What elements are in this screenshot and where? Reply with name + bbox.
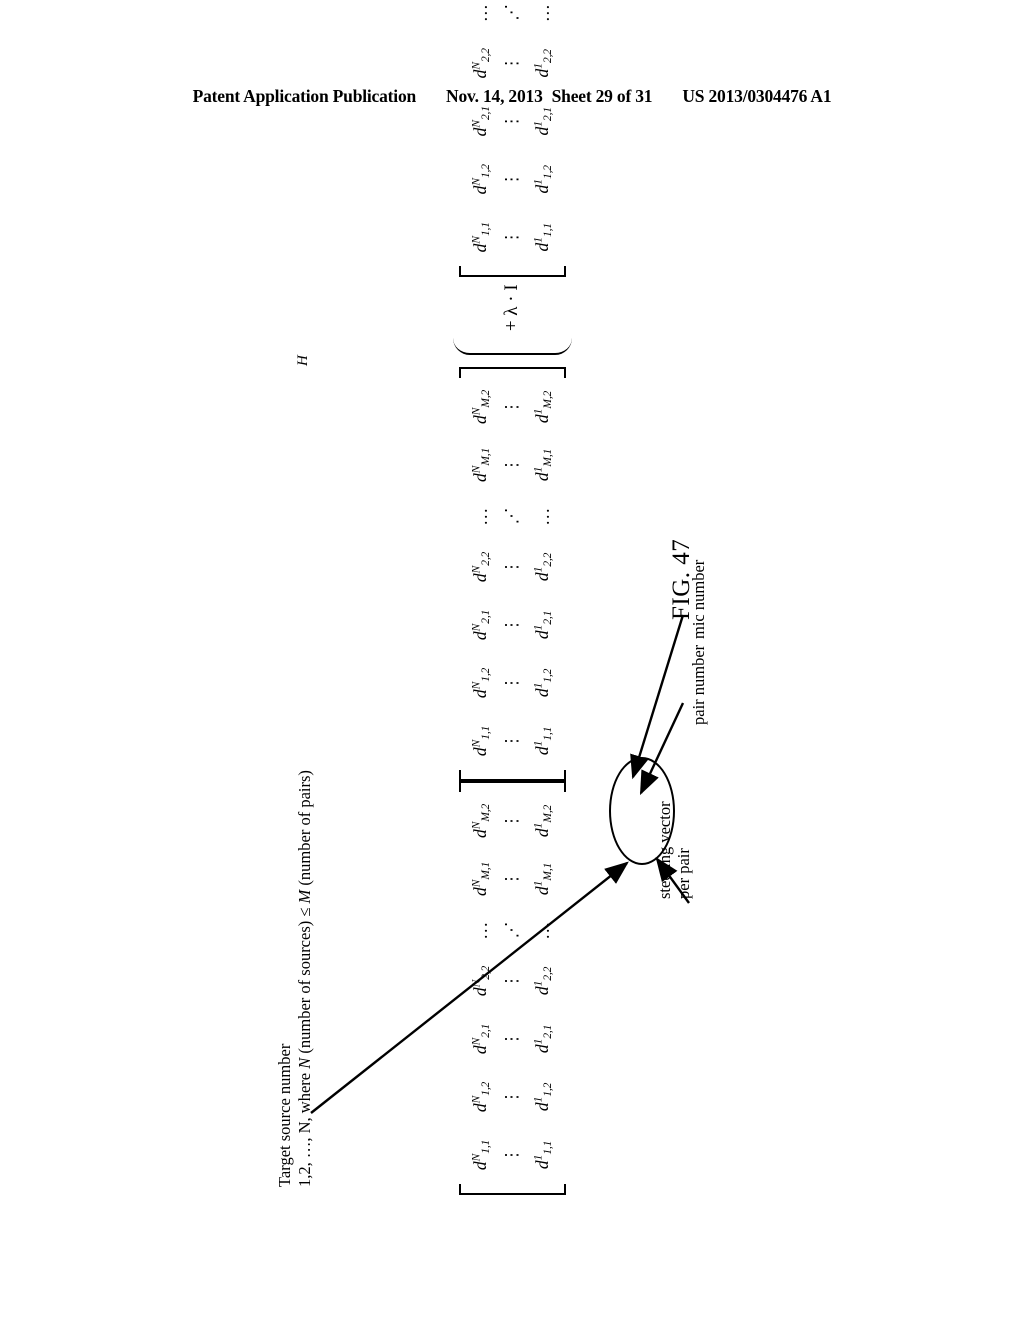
matrix-cell: dNM,1 <box>469 861 493 897</box>
matrix-row: ⋮ ⋮ ⋮ ⋮ ⋰ ⋮ ⋮ <box>497 0 528 266</box>
matrix-cell-ddots: ⋰ <box>502 507 521 525</box>
matrix-cell: d11,2 <box>531 165 555 194</box>
matrix-cell-vdots: ⋮ <box>502 732 522 750</box>
matrix-cell: dNM,2 <box>469 803 493 839</box>
matrix-cell-vdots: ⋮ <box>502 112 522 130</box>
matrix-cell: dN2,1 <box>469 1023 493 1055</box>
header-sheet: Sheet 29 of 31 <box>551 86 653 106</box>
tsn-mid: (number of sources) ≤ <box>295 903 315 1058</box>
open-paren <box>452 338 572 356</box>
matrix-cell: d1M,2 <box>531 804 555 838</box>
matrix-cell-vdots: ⋮ <box>502 456 522 474</box>
steering-matrix-hermitian: dN1,1 dN1,2 dN2,1 dN2,2 … dNM,1 dNM,2 ⋮ … <box>459 367 566 781</box>
matrix-cell: d12,1 <box>531 610 555 640</box>
matrix-cell-vdots: ⋮ <box>502 972 522 990</box>
matrix-cell-hdots: … <box>532 920 553 940</box>
matrix-cell-hdots: … <box>470 506 491 526</box>
matrix-cell-vdots: ⋮ <box>502 54 522 72</box>
matrix-cell: d11,2 <box>531 668 555 698</box>
matrix-cell-vdots: ⋮ <box>502 1088 522 1106</box>
tsn-m: M <box>295 889 315 904</box>
matrix-cell-vdots: ⋮ <box>502 674 522 692</box>
lambda-term: + λ · I <box>501 277 523 338</box>
matrix-cell-vdots: ⋮ <box>502 1030 522 1048</box>
matrix-cell: dN1,1 <box>469 725 493 757</box>
matrix-cell: d12,1 <box>531 107 555 136</box>
matrix-cell: dN1,1 <box>469 1139 493 1171</box>
plus-lambda-identity: + λ · I <box>501 284 522 332</box>
matrix-cell: dN2,1 <box>469 609 493 641</box>
matrix-cell-vdots: ⋮ <box>502 398 522 416</box>
matrix-cell: dN1,2 <box>469 164 493 195</box>
matrix-cell: dN2,1 <box>469 106 493 137</box>
annotation-pair-number: pair number <box>689 644 708 725</box>
matrix-cell: d12,2 <box>531 49 555 78</box>
equation: dN1,1 dN1,2 dN2,1 dN2,2 … dNM,1 dNM,2 ⋮ … <box>295 3 727 1195</box>
annotation-target-source-line2: 1,2, …, N, where N (number of sources) ≤… <box>295 770 315 1187</box>
matrix-cell: d12,1 <box>531 1024 555 1054</box>
matrix-row: d11,1 d11,2 d12,1 d12,2 … d1M,1 d1M,2 <box>528 0 559 266</box>
matrix-cell: d1M,1 <box>531 862 555 896</box>
matrix-cell: d11,1 <box>531 726 555 756</box>
matrix-cell-vdots: ⋮ <box>502 616 522 634</box>
matrix-cell: dN2,2 <box>469 48 493 79</box>
steering-matrix-inside-parens: dN1,1 dN1,2 dN2,1 dN2,2 … dNM,1 dNM,2 ⋮ … <box>459 0 566 277</box>
matrix-cell-vdots: ⋮ <box>502 812 522 830</box>
matrix-cell-hdots: … <box>470 2 491 23</box>
matrix-cell: dN1,1 <box>469 222 493 253</box>
matrix-cell-ddots: ⋰ <box>502 3 521 21</box>
hermitian-superscript-2: H <box>295 355 311 366</box>
matrix-row: dN1,1 dN1,2 dN2,1 dN2,2 … dNM,1 dNM,2 <box>466 0 497 266</box>
annotation-steering-vector-per-pair: steering vector per pair <box>655 801 694 899</box>
header-patent-number: US 2013/0304476 A1 <box>682 86 832 106</box>
matrix-cell: dN2,2 <box>469 965 493 997</box>
matrix-cell-vdots: ⋮ <box>502 228 522 246</box>
matrix-cell: d12,2 <box>531 966 555 996</box>
inverse-group: + λ · I dN1,1 dN1,2 dN2,1 dN2,2 … dNM,1 … <box>452 0 572 356</box>
matrix-row: ⋮ ⋮ ⋮ ⋮ ⋰ ⋮ ⋮ <box>497 378 528 770</box>
matrix-row: ⋮ ⋮ ⋮ ⋮ ⋰ ⋮ ⋮ <box>497 792 528 1184</box>
matrix-cell: d11,1 <box>531 223 555 252</box>
matrix-cell-ddots: ⋰ <box>502 921 521 939</box>
matrix-cell-vdots: ⋮ <box>502 558 522 576</box>
matrix-cell: d11,1 <box>531 1140 555 1170</box>
matrix-cell: dN2,2 <box>469 551 493 583</box>
matrix-cell: dNM,2 <box>469 389 493 425</box>
matrix-cell-hdots: … <box>532 2 553 23</box>
steering-matrix-left: dN1,1 dN1,2 dN2,1 dN2,2 … dNM,1 dNM,2 ⋮ … <box>459 781 566 1195</box>
annotation-target-source-number: Target source number 1,2, …, N, where N … <box>275 770 315 1187</box>
matrix-cell-vdots: ⋮ <box>502 870 522 888</box>
tsn-pre: 1,2, …, N, where <box>295 1068 315 1187</box>
matrix-cell-hdots: … <box>532 506 553 526</box>
matrix-row: d11,1 d11,2 d12,1 d12,2 … d1M,1 d1M,2 <box>528 792 559 1184</box>
matrix-row: d11,1 d11,2 d12,1 d12,2 … d1M,1 d1M,2 <box>528 378 559 770</box>
matrix-cell-vdots: ⋮ <box>502 170 522 188</box>
header-publication: Patent Application Publication <box>192 86 417 106</box>
matrix-cell: d1M,2 <box>531 390 555 424</box>
matrix-cell: dN1,2 <box>469 1081 493 1113</box>
matrix-cell: d12,2 <box>531 552 555 582</box>
figure-47: dN1,1 dN1,2 dN2,1 dN2,2 … dNM,1 dNM,2 ⋮ … <box>275 3 727 1195</box>
figure-label: FIG. 47 <box>668 538 695 620</box>
matrix-cell: dN1,2 <box>469 667 493 699</box>
matrix-cell-vdots: ⋮ <box>502 1146 522 1164</box>
matrix-row: dN1,1 dN1,2 dN2,1 dN2,2 … dNM,1 dNM,2 <box>466 792 497 1184</box>
matrix-cell: d11,2 <box>531 1082 555 1112</box>
matrix-row: dN1,1 dN1,2 dN2,1 dN2,2 … dNM,1 dNM,2 <box>466 378 497 770</box>
annotation-target-source-line1: Target source number <box>275 1043 294 1187</box>
matrix-cell: dNM,1 <box>469 447 493 483</box>
tsn-post: (number of pairs) <box>295 770 315 890</box>
tsn-n: N <box>295 1057 315 1069</box>
matrix-cell-hdots: … <box>470 920 491 940</box>
matrix-cell: d1M,1 <box>531 448 555 482</box>
annotation-steering-line2: per pair <box>674 848 694 899</box>
annotation-steering-line1: steering vector <box>655 801 674 899</box>
